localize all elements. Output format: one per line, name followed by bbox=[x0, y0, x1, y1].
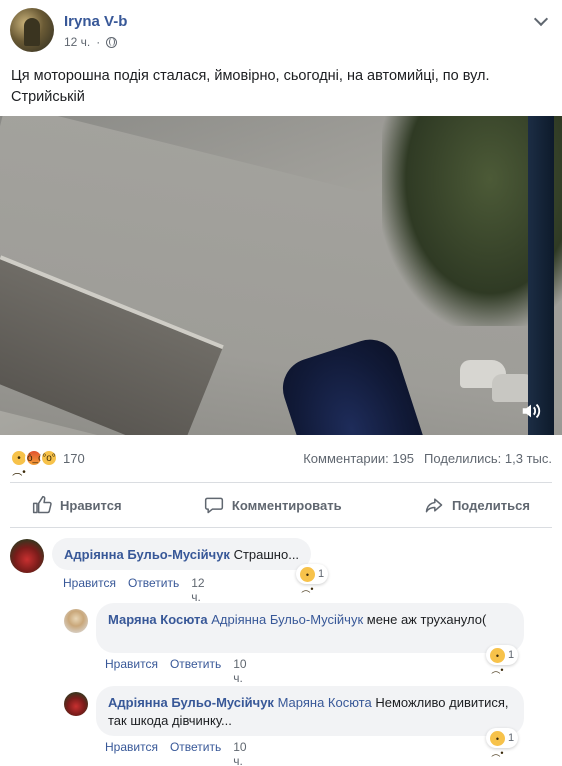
comment-button[interactable]: Комментировать bbox=[182, 488, 364, 522]
thumbs-up-icon bbox=[32, 495, 52, 514]
comment-like-link[interactable]: Нравится bbox=[105, 657, 158, 685]
sad-reaction-icon: •︵• bbox=[490, 647, 505, 675]
post-text: Ця моторошна подія сталася, ймовірно, сь… bbox=[11, 68, 490, 105]
comment-label: Комментировать bbox=[231, 497, 342, 513]
comment-reaction-count: 1 bbox=[508, 732, 515, 744]
comments-count[interactable]: Комментарии: 195 bbox=[303, 451, 414, 466]
video-building bbox=[528, 116, 554, 435]
share-icon bbox=[425, 498, 443, 513]
engagement-counts: Комментарии: 195 Поделились: 1,3 тыс. bbox=[303, 451, 552, 466]
comment-actions: Нравится Ответить 10 ч. bbox=[105, 740, 247, 766]
comment-author[interactable]: Адріянна Бульо-Мусійчук bbox=[64, 547, 230, 562]
volume-icon[interactable] bbox=[520, 400, 542, 422]
comment-reply-link[interactable]: Ответить bbox=[170, 740, 221, 766]
avatar[interactable] bbox=[10, 539, 44, 573]
post-actions: Нравится Комментировать Поделиться bbox=[10, 488, 552, 522]
comment-time[interactable]: 10 ч. bbox=[233, 740, 246, 766]
comment-time[interactable]: 10 ч. bbox=[233, 657, 246, 685]
post-stats: •︵• ò_ó °o° 170 Комментарии: 195 Поделил… bbox=[10, 449, 552, 478]
avatar[interactable] bbox=[64, 692, 88, 716]
post-header: Iryna V-b 12 ч. · bbox=[10, 8, 552, 54]
wow-reaction-icon: °o° bbox=[40, 449, 58, 467]
comment-like-link[interactable]: Нравится bbox=[105, 740, 158, 766]
comment-reaction-count: 1 bbox=[508, 649, 515, 661]
reaction-count[interactable]: 170 bbox=[63, 451, 85, 466]
shares-count[interactable]: Поделились: 1,3 тыс. bbox=[424, 451, 552, 466]
comment-mention[interactable]: Маряна Косюта bbox=[278, 695, 372, 710]
comment-reply-link[interactable]: Ответить bbox=[170, 657, 221, 685]
comment-bubble: Адріянна Бульо-Мусійчук Маряна Косюта Не… bbox=[96, 686, 524, 736]
comment-like-link[interactable]: Нравится bbox=[63, 576, 116, 604]
post-meta: 12 ч. · bbox=[64, 35, 118, 49]
comment-reactions[interactable]: •︵• 1 bbox=[486, 645, 519, 675]
comment-reaction-count: 1 bbox=[318, 568, 325, 580]
comment-actions: Нравится Ответить 10 ч. bbox=[105, 657, 247, 685]
comment-icon bbox=[204, 497, 224, 514]
divider bbox=[10, 482, 552, 483]
post-video[interactable] bbox=[0, 116, 562, 435]
author-avatar[interactable] bbox=[10, 8, 54, 52]
separator: · bbox=[96, 35, 101, 49]
comment-bubble: Маряна Косюта Адріянна Бульо-Мусійчук ме… bbox=[96, 603, 524, 653]
comment-text: мене аж трухануло( bbox=[366, 612, 487, 627]
like-label: Нравится bbox=[60, 497, 122, 513]
comment-actions: Нравится Ответить 12 ч. bbox=[63, 576, 205, 604]
avatar[interactable] bbox=[64, 609, 88, 633]
comment-author[interactable]: Маряна Косюта bbox=[108, 612, 208, 627]
sad-reaction-icon: •︵• bbox=[300, 566, 315, 594]
post-time[interactable]: 12 ч. bbox=[64, 35, 90, 49]
comment-reactions[interactable]: •︵• 1 bbox=[486, 728, 519, 758]
share-label: Поделиться bbox=[451, 497, 530, 513]
comment-reactions[interactable]: •︵• 1 bbox=[296, 564, 329, 594]
sad-reaction-icon: •︵• bbox=[490, 730, 505, 758]
comment-bubble: Адріянна Бульо-Мусійчук Страшно... bbox=[52, 538, 312, 570]
comment-time[interactable]: 12 ч. bbox=[191, 576, 204, 604]
comment-reply-link[interactable]: Ответить bbox=[128, 576, 179, 604]
comment-text: Страшно... bbox=[233, 547, 300, 562]
globe-icon[interactable] bbox=[106, 36, 118, 48]
share-button[interactable]: Поделиться bbox=[402, 488, 552, 522]
comment-mention[interactable]: Адріянна Бульо-Мусійчук bbox=[211, 612, 363, 627]
like-button[interactable]: Нравится bbox=[10, 488, 144, 522]
chevron-down-icon[interactable] bbox=[533, 11, 549, 27]
reactions-summary[interactable]: •︵• ò_ó °o° 170 bbox=[10, 449, 85, 478]
comment-author[interactable]: Адріянна Бульо-Мусійчук bbox=[108, 695, 274, 710]
divider bbox=[10, 527, 552, 528]
author-name[interactable]: Iryna V-b bbox=[64, 13, 127, 30]
